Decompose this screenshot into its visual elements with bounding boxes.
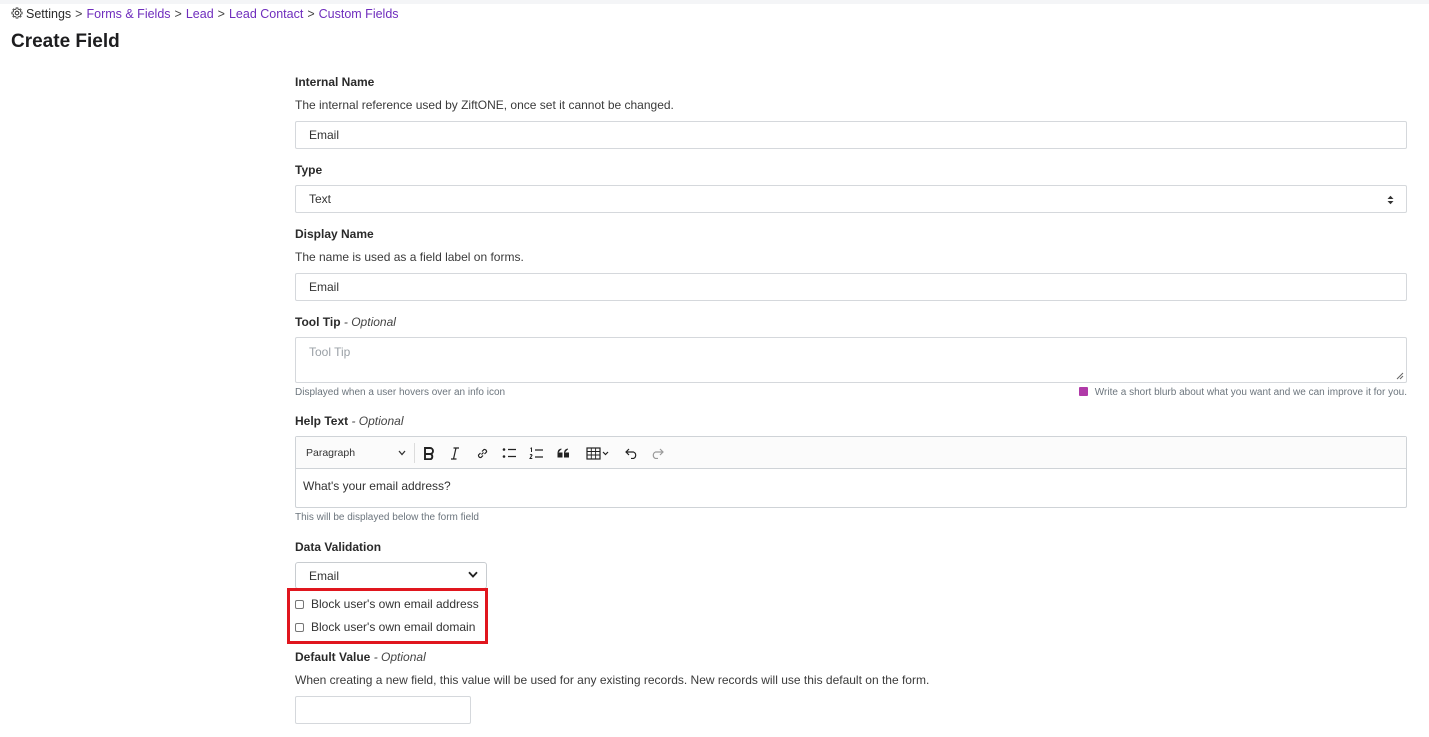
insert-table-button[interactable] xyxy=(583,437,613,469)
tool-tip-textarea[interactable]: Tool Tip xyxy=(295,337,1407,383)
optional-tag: - Optional xyxy=(343,315,396,329)
gear-icon xyxy=(11,7,23,19)
bulleted-list-icon xyxy=(502,448,516,458)
type-label: Type xyxy=(295,163,323,177)
breadcrumb: Settings > Forms & Fields > Lead > Lead Contac… xyxy=(11,7,399,21)
bulleted-list-button[interactable] xyxy=(500,437,518,469)
paragraph-style-dropdown[interactable]: Paragraph xyxy=(306,437,410,469)
bold-button[interactable] xyxy=(420,437,438,469)
data-validation-value: Email xyxy=(309,568,340,583)
block-own-domain-label: Block user's own email domain xyxy=(311,620,476,634)
optional-tag: - Optional xyxy=(373,650,426,664)
tool-tip-hint: Displayed when a user hovers over an inf… xyxy=(295,387,506,398)
italic-icon xyxy=(451,446,459,460)
page-title: Create Field xyxy=(11,31,120,52)
ai-hint-text: Write a short blurb about what you want … xyxy=(1094,387,1407,398)
numbered-list-button[interactable] xyxy=(527,437,545,469)
breadcrumb-lead[interactable]: Lead xyxy=(186,7,214,21)
ai-improve-hint[interactable]: Write a short blurb about what you want … xyxy=(1078,387,1407,398)
numbered-list-icon xyxy=(528,446,543,459)
undo-icon xyxy=(624,448,636,459)
block-own-email-label: Block user's own email address xyxy=(311,597,479,611)
internal-name-input[interactable]: Email xyxy=(295,121,1407,149)
block-own-email-checkbox[interactable] xyxy=(295,599,304,609)
ai-sparkle-icon xyxy=(1078,387,1088,396)
editor-toolbar: Paragraph xyxy=(296,437,1406,469)
default-value-label-text: Default Value xyxy=(295,650,371,664)
breadcrumb-lead-contact[interactable]: Lead Contact xyxy=(229,7,303,21)
italic-button[interactable] xyxy=(447,437,463,469)
internal-name-description: The internal reference used by ZiftONE, … xyxy=(295,98,674,112)
tool-tip-placeholder: Tool Tip xyxy=(309,345,351,359)
data-validation-label: Data Validation xyxy=(295,540,382,554)
display-name-value: Email xyxy=(309,280,340,294)
default-value-input[interactable] xyxy=(295,696,471,724)
breadcrumb-separator: > xyxy=(174,7,182,21)
chevron-down-icon xyxy=(398,450,406,456)
redo-button[interactable] xyxy=(649,437,665,469)
top-strip xyxy=(0,0,1429,4)
blockquote-icon xyxy=(557,448,569,458)
chevron-down-icon xyxy=(468,571,478,578)
bold-icon xyxy=(424,446,434,460)
breadcrumb-separator: > xyxy=(75,7,83,21)
breadcrumb-forms-fields[interactable]: Forms & Fields xyxy=(86,7,170,21)
link-button[interactable] xyxy=(474,437,490,469)
help-text-editor-content[interactable]: What's your email address? xyxy=(296,469,1406,503)
block-own-domain-checkbox[interactable] xyxy=(295,622,304,632)
default-value-label: Default Value - Optional xyxy=(295,650,426,664)
up-down-arrows-icon xyxy=(1387,195,1394,205)
breadcrumb-separator: > xyxy=(307,7,315,21)
internal-name-label: Internal Name xyxy=(295,75,375,89)
help-text-label: Help Text - Optional xyxy=(295,414,404,428)
breadcrumb-settings[interactable]: Settings xyxy=(26,7,71,21)
tool-tip-label: Tool Tip - Optional xyxy=(295,315,396,329)
display-name-description: The name is used as a field label on for… xyxy=(295,250,524,264)
type-select[interactable]: Text xyxy=(295,185,1407,213)
display-name-input[interactable]: Email xyxy=(295,273,1407,301)
data-validation-select[interactable]: Email xyxy=(295,562,487,589)
help-text-label-text: Help Text xyxy=(295,414,349,428)
default-value-description: When creating a new field, this value wi… xyxy=(295,673,930,687)
paragraph-style-label: Paragraph xyxy=(306,447,356,459)
internal-name-value: Email xyxy=(309,128,340,142)
table-icon xyxy=(586,446,609,460)
resize-handle-icon[interactable] xyxy=(1396,372,1404,380)
redo-icon xyxy=(652,448,664,459)
optional-tag: - Optional xyxy=(351,414,404,428)
breadcrumb-custom-fields[interactable]: Custom Fields xyxy=(319,7,399,21)
breadcrumb-separator: > xyxy=(217,7,225,21)
link-icon xyxy=(477,448,487,458)
type-select-value: Text xyxy=(309,192,332,206)
help-text-editor: Paragraph What's your email address? xyxy=(295,436,1407,508)
help-text-hint: This will be displayed below the form fi… xyxy=(295,512,479,523)
display-name-label: Display Name xyxy=(295,227,374,241)
tool-tip-label-text: Tool Tip xyxy=(295,315,341,329)
block-own-email-option[interactable]: Block user's own email address xyxy=(295,597,479,611)
toolbar-divider xyxy=(414,443,415,463)
block-own-domain-option[interactable]: Block user's own email domain xyxy=(295,620,475,634)
undo-button[interactable] xyxy=(623,437,639,469)
blockquote-button[interactable] xyxy=(555,437,571,469)
